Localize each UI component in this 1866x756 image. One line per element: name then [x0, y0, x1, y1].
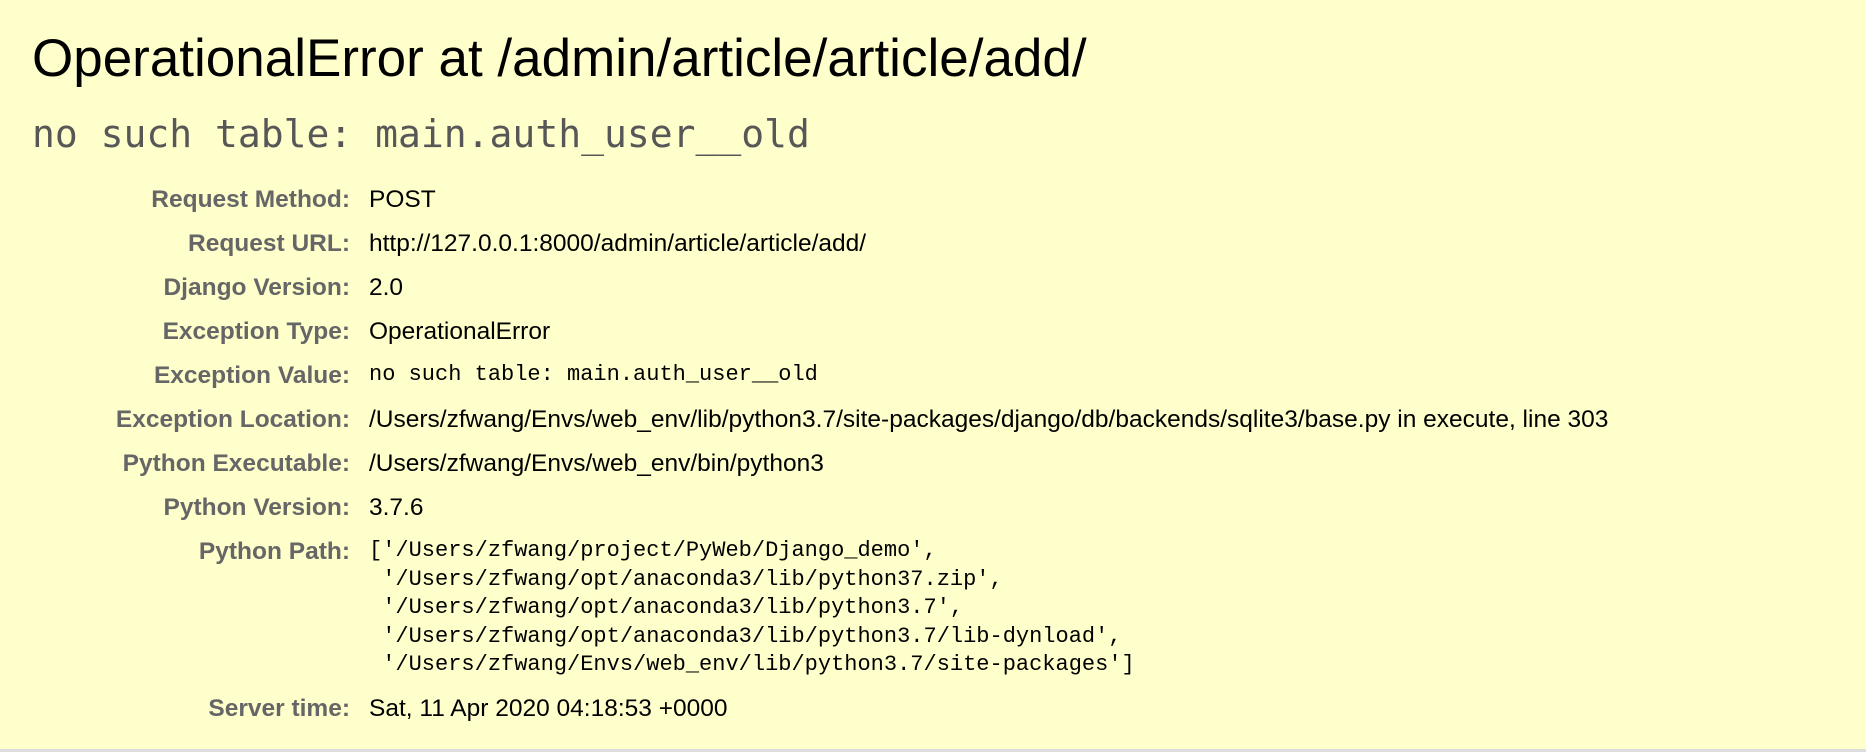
- request-url-value: http://127.0.0.1:8000/admin/article/arti…: [369, 230, 867, 257]
- python-path-line: '/Users/zfwang/opt/anaconda3/lib/python3…: [369, 595, 964, 620]
- python-path-line: '/Users/zfwang/opt/anaconda3/lib/python3…: [369, 623, 1122, 649]
- python-path-cell: ['/Users/zfwang/project/PyWeb/Django_dem…: [369, 537, 1608, 694]
- exception-value-label: Exception Value:: [153, 362, 350, 389]
- python-executable-label: Python Executable:: [122, 450, 350, 477]
- python-path-label: Python Path:: [198, 538, 350, 565]
- server-time-label: Server time:: [208, 694, 350, 722]
- python-version-value: 3.7.6: [369, 494, 424, 521]
- meta-row-request-url: Request URL: http://127.0.0.1:8000/admin…: [32, 229, 1608, 273]
- meta-row-exception-value: Exception Value: no such table: main.aut…: [32, 361, 1608, 405]
- python-path-line: '/Users/zfwang/Envs/web_env/lib/python3.…: [369, 652, 1135, 677]
- request-method-value: POST: [369, 186, 436, 213]
- exception-location-label: Exception Location:: [115, 406, 350, 433]
- python-executable-value: /Users/zfwang/Envs/web_env/bin/python3: [369, 450, 824, 477]
- python-path-line: '/Users/zfwang/opt/anaconda3/lib/python3…: [369, 566, 1003, 592]
- server-time-value: Sat, 11 Apr 2020 04:18:53 +0000: [369, 694, 728, 722]
- meta-row-python-version: Python Version: 3.7.6: [32, 493, 1608, 537]
- meta-row-django-version: Django Version: 2.0: [32, 273, 1608, 317]
- exception-type-label: Exception Type:: [162, 318, 350, 345]
- python-path-line: ['/Users/zfwang/project/PyWeb/Django_dem…: [369, 538, 937, 563]
- meta-row-request-method: Request Method: POST: [32, 185, 1608, 229]
- exception-type-value: OperationalError: [369, 318, 551, 345]
- request-meta-table: Request Method: POST Request URL: http:/…: [32, 185, 1609, 738]
- meta-row-exception-location: Exception Location: /Users/zfwang/Envs/w…: [32, 405, 1609, 449]
- request-method-label: Request Method:: [151, 186, 350, 213]
- django-version-value: 2.0: [369, 274, 404, 301]
- page-title: OperationalError at /admin/article/artic…: [32, 29, 1087, 88]
- meta-row-python-path: Python Path: ['/Users/zfwang/project/PyW…: [32, 537, 1608, 694]
- meta-row-exception-type: Exception Type: OperationalError: [32, 317, 1608, 361]
- exception-location-value: /Users/zfwang/Envs/web_env/lib/python3.7…: [369, 406, 1609, 433]
- meta-row-server-time: Server time: Sat, 11 Apr 2020 04:18:53 +…: [32, 694, 1608, 738]
- exception-value-cell: no such table: main.auth_user__old: [369, 361, 1608, 405]
- python-version-label: Python Version:: [163, 494, 350, 521]
- request-url-label: Request URL:: [188, 230, 350, 257]
- exception-value-heading: no such table: main.auth_user__old: [32, 112, 810, 156]
- error-summary: OperationalError at /admin/article/artic…: [0, 0, 1866, 752]
- django-version-label: Django Version:: [163, 274, 350, 301]
- meta-row-python-executable: Python Executable: /Users/zfwang/Envs/we…: [32, 449, 1608, 493]
- exception-value-text: no such table: main.auth_user__old: [369, 362, 818, 387]
